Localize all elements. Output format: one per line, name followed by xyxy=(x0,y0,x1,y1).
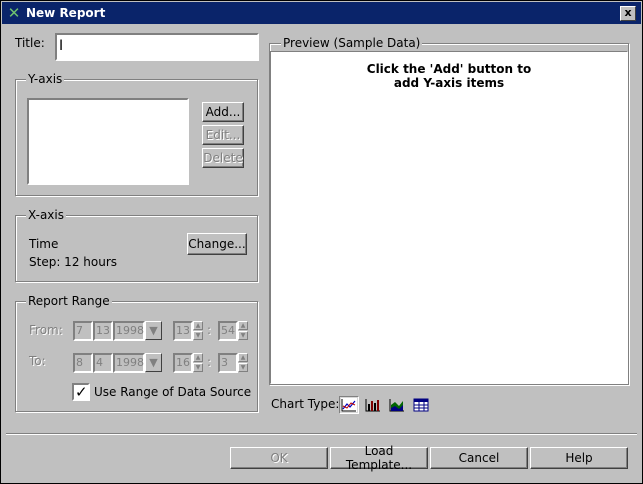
edit-button[interactable]: Edit... xyxy=(202,125,244,145)
y-axis-legend: Y-axis xyxy=(26,72,65,86)
title-label: Title: xyxy=(15,36,45,50)
x-axis-variable: Time xyxy=(29,237,59,251)
title-input[interactable]: I xyxy=(55,33,259,61)
spin-up-icon[interactable]: ▲ xyxy=(193,321,203,330)
preview-message-line1: Click the 'Add' button to xyxy=(366,62,532,76)
from-day-field[interactable]: 13 xyxy=(93,321,113,341)
from-minute-spinner[interactable]: ▲ ▼ xyxy=(238,321,248,340)
from-date-dropdown-icon[interactable]: ▼ xyxy=(145,321,162,340)
close-button[interactable]: x xyxy=(620,6,636,21)
to-label: To: xyxy=(29,354,46,368)
title-bar[interactable]: ✕ New Report x xyxy=(2,2,641,24)
checkmark-icon: ✓ xyxy=(75,383,88,401)
add-button[interactable]: Add... xyxy=(202,102,244,122)
new-report-dialog: ✕ New Report x Title: I Y-axis Add... Ed… xyxy=(0,0,643,484)
spin-down-icon[interactable]: ▼ xyxy=(238,363,248,372)
table-icon[interactable] xyxy=(411,396,431,414)
to-date-dropdown-icon[interactable]: ▼ xyxy=(145,353,162,372)
to-year-field[interactable]: 1998 xyxy=(113,353,145,373)
preview-area: Click the 'Add' button to add Y-axis ite… xyxy=(270,51,628,384)
spin-down-icon[interactable]: ▼ xyxy=(193,331,203,340)
spin-up-icon[interactable]: ▲ xyxy=(193,353,203,362)
preview-legend: Preview (Sample Data) xyxy=(281,36,423,50)
area-chart-icon[interactable] xyxy=(387,396,407,414)
to-day-field[interactable]: 4 xyxy=(93,353,113,373)
from-hour-spinner[interactable]: ▲ ▼ xyxy=(193,321,203,340)
load-template-button[interactable]: Load Template... xyxy=(330,444,428,472)
from-label: From: xyxy=(29,323,63,337)
line-chart-icon[interactable] xyxy=(339,396,359,414)
help-button[interactable]: Help xyxy=(530,447,628,469)
to-minute-spinner[interactable]: ▲ ▼ xyxy=(238,353,248,372)
spin-up-icon[interactable]: ▲ xyxy=(238,353,248,362)
text-cursor-icon: I xyxy=(59,38,64,54)
ok-button[interactable]: OK xyxy=(230,447,328,469)
spin-down-icon[interactable]: ▼ xyxy=(193,363,203,372)
to-hour-spinner[interactable]: ▲ ▼ xyxy=(193,353,203,372)
from-month-field[interactable]: 7 xyxy=(73,321,93,341)
chart-type-label: Chart Type: xyxy=(271,397,340,411)
to-month-field[interactable]: 8 xyxy=(73,353,93,373)
app-x-icon: ✕ xyxy=(7,4,21,22)
bar-chart-icon[interactable] xyxy=(363,396,383,414)
to-hour-field[interactable]: 16 xyxy=(173,353,193,373)
cancel-button[interactable]: Cancel xyxy=(430,447,528,469)
footer-separator xyxy=(6,433,637,435)
to-time-separator: : xyxy=(207,355,212,369)
spin-down-icon[interactable]: ▼ xyxy=(238,331,248,340)
to-minute-field[interactable]: 3 xyxy=(218,353,238,373)
use-range-label[interactable]: Use Range of Data Source xyxy=(94,385,251,399)
y-axis-list[interactable] xyxy=(27,98,189,185)
preview-message-line2: add Y-axis items xyxy=(393,76,505,90)
window-title: New Report xyxy=(26,6,106,20)
from-minute-field[interactable]: 54 xyxy=(218,321,238,341)
x-axis-legend: X-axis xyxy=(26,208,66,222)
x-axis-step: Step: 12 hours xyxy=(29,255,118,269)
delete-button[interactable]: Delete xyxy=(202,148,244,168)
from-time-separator: : xyxy=(207,323,212,337)
change-button[interactable]: Change... xyxy=(187,233,247,255)
report-range-legend: Report Range xyxy=(26,294,112,308)
spin-up-icon[interactable]: ▲ xyxy=(238,321,248,330)
from-hour-field[interactable]: 13 xyxy=(173,321,193,341)
use-range-checkbox[interactable]: ✓ xyxy=(72,383,90,401)
from-year-field[interactable]: 1998 xyxy=(113,321,145,341)
